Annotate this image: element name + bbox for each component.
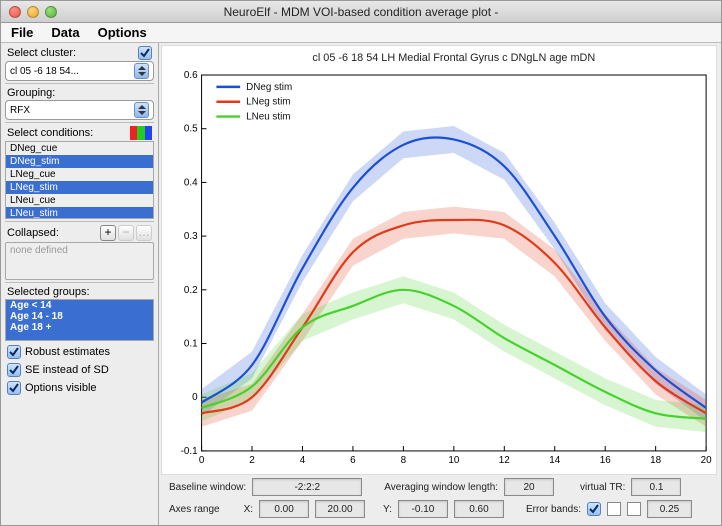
xmin-input[interactable]: 0.00 bbox=[259, 500, 309, 518]
svg-text:0.1: 0.1 bbox=[184, 338, 198, 349]
svg-text:20: 20 bbox=[701, 455, 712, 466]
svg-text:-0.1: -0.1 bbox=[181, 446, 199, 457]
window-controls[interactable] bbox=[9, 6, 57, 18]
group-item[interactable]: Age 14 - 18 bbox=[6, 311, 153, 322]
svg-text:0.4: 0.4 bbox=[184, 177, 198, 188]
avg-input[interactable]: 20 bbox=[504, 478, 554, 496]
window-title: NeuroElf - MDM VOI-based condition avera… bbox=[1, 5, 721, 19]
options-visible-checkbox[interactable] bbox=[7, 381, 21, 395]
x-label: X: bbox=[244, 504, 253, 515]
errorbands-darkcolor[interactable] bbox=[627, 502, 641, 516]
errorbands-label: Error bands: bbox=[526, 504, 581, 515]
plot-area: cl 05 -6 18 54 LH Medial Frontal Gyrus c… bbox=[161, 45, 717, 475]
stepper-icon[interactable] bbox=[134, 63, 149, 79]
svg-text:10: 10 bbox=[448, 455, 459, 466]
baseline-input[interactable]: -2:2:2 bbox=[252, 478, 362, 496]
ymin-input[interactable]: -0.10 bbox=[398, 500, 448, 518]
menu-data[interactable]: Data bbox=[51, 25, 79, 40]
svg-text:2: 2 bbox=[249, 455, 255, 466]
se-sd-label: SE instead of SD bbox=[25, 364, 109, 376]
zoom-icon[interactable] bbox=[45, 6, 57, 18]
y-label: Y: bbox=[383, 504, 392, 515]
ymax-input[interactable]: 0.60 bbox=[454, 500, 504, 518]
svg-text:12: 12 bbox=[499, 455, 510, 466]
robust-checkbox[interactable] bbox=[7, 345, 21, 359]
close-icon[interactable] bbox=[9, 6, 21, 18]
titlebar: NeuroElf - MDM VOI-based condition avera… bbox=[1, 1, 721, 23]
errorbands-checkbox[interactable] bbox=[587, 502, 601, 516]
svg-text:6: 6 bbox=[350, 455, 356, 466]
svg-text:0: 0 bbox=[192, 392, 198, 403]
svg-text:4: 4 bbox=[300, 455, 306, 466]
main-panel: cl 05 -6 18 54 LH Medial Frontal Gyrus c… bbox=[159, 43, 721, 525]
collapsed-add-button[interactable]: + bbox=[100, 225, 116, 241]
select-cluster-dropdown[interactable]: cl 05 -6 18 54... bbox=[5, 61, 154, 81]
grouping-value: RFX bbox=[10, 105, 30, 116]
condition-item[interactable]: DNeg_stim bbox=[6, 155, 153, 168]
svg-text:0: 0 bbox=[199, 455, 205, 466]
menubar: File Data Options bbox=[1, 23, 721, 43]
svg-text:8: 8 bbox=[401, 455, 407, 466]
svg-text:cl 05 -6 18 54 LH Medial Front: cl 05 -6 18 54 LH Medial Frontal Gyrus c… bbox=[312, 52, 595, 64]
svg-text:0.2: 0.2 bbox=[184, 285, 198, 296]
group-item[interactable]: Age < 14 bbox=[6, 300, 153, 311]
group-item[interactable]: Age 18 + bbox=[6, 322, 153, 333]
xmax-input[interactable]: 20.00 bbox=[315, 500, 365, 518]
select-conditions-label: Select conditions: bbox=[7, 127, 93, 139]
vtr-label: virtual TR: bbox=[580, 482, 625, 493]
menu-options[interactable]: Options bbox=[98, 25, 147, 40]
selected-groups-listbox[interactable]: Age < 14Age 14 - 18Age 18 + bbox=[5, 299, 154, 341]
baseline-label: Baseline window: bbox=[169, 482, 246, 493]
condition-item[interactable]: LNeu_stim bbox=[6, 207, 153, 219]
controls-panel: Baseline window: -2:2:2 Averaging window… bbox=[159, 475, 721, 525]
grouping-dropdown[interactable]: RFX bbox=[5, 100, 154, 120]
svg-text:DNeg stim: DNeg stim bbox=[246, 82, 292, 93]
svg-text:16: 16 bbox=[600, 455, 611, 466]
svg-text:14: 14 bbox=[549, 455, 560, 466]
avg-label: Averaging window length: bbox=[384, 482, 498, 493]
svg-text:0.6: 0.6 bbox=[184, 70, 198, 81]
menu-file[interactable]: File bbox=[11, 25, 33, 40]
conditions-listbox[interactable]: DNeg_cueDNeg_stimLNeg_cueLNeg_stimLNeu_c… bbox=[5, 141, 154, 219]
se-sd-checkbox[interactable] bbox=[7, 363, 21, 377]
svg-text:18: 18 bbox=[650, 455, 661, 466]
select-cluster-value: cl 05 -6 18 54... bbox=[10, 66, 79, 77]
palette-icon[interactable] bbox=[130, 126, 152, 140]
axes-label: Axes range bbox=[169, 504, 220, 515]
svg-text:LNeg stim: LNeg stim bbox=[246, 97, 290, 108]
condition-item[interactable]: LNeg_stim bbox=[6, 181, 153, 194]
condition-item[interactable]: LNeu_cue bbox=[6, 194, 153, 207]
options-visible-label: Options visible bbox=[25, 382, 97, 394]
collapsed-remove-button: − bbox=[118, 225, 134, 241]
svg-text:LNeu stim: LNeu stim bbox=[246, 112, 290, 123]
condition-item[interactable]: LNeg_cue bbox=[6, 168, 153, 181]
collapsed-label: Collapsed: bbox=[7, 227, 59, 239]
errorbands-lightcolor[interactable] bbox=[607, 502, 621, 516]
errorbands-alpha-input[interactable]: 0.25 bbox=[647, 500, 692, 518]
stepper-icon[interactable] bbox=[134, 102, 149, 118]
sidebar: Select cluster: cl 05 -6 18 54... Groupi… bbox=[1, 43, 159, 525]
svg-text:0.5: 0.5 bbox=[184, 124, 198, 135]
select-cluster-label: Select cluster: bbox=[7, 47, 76, 59]
condition-item[interactable]: DNeg_cue bbox=[6, 142, 153, 155]
robust-label: Robust estimates bbox=[25, 346, 110, 358]
minimize-icon[interactable] bbox=[27, 6, 39, 18]
selected-groups-label: Selected groups: bbox=[7, 286, 90, 298]
collapsed-edit-button: … bbox=[136, 225, 152, 241]
grouping-label: Grouping: bbox=[7, 87, 55, 99]
svg-text:0.3: 0.3 bbox=[184, 231, 198, 242]
chart: cl 05 -6 18 54 LH Medial Frontal Gyrus c… bbox=[162, 46, 716, 474]
collapsed-listbox[interactable]: none defined bbox=[5, 242, 154, 280]
vtr-input[interactable]: 0.1 bbox=[631, 478, 681, 496]
select-cluster-checkbox[interactable] bbox=[138, 46, 152, 60]
